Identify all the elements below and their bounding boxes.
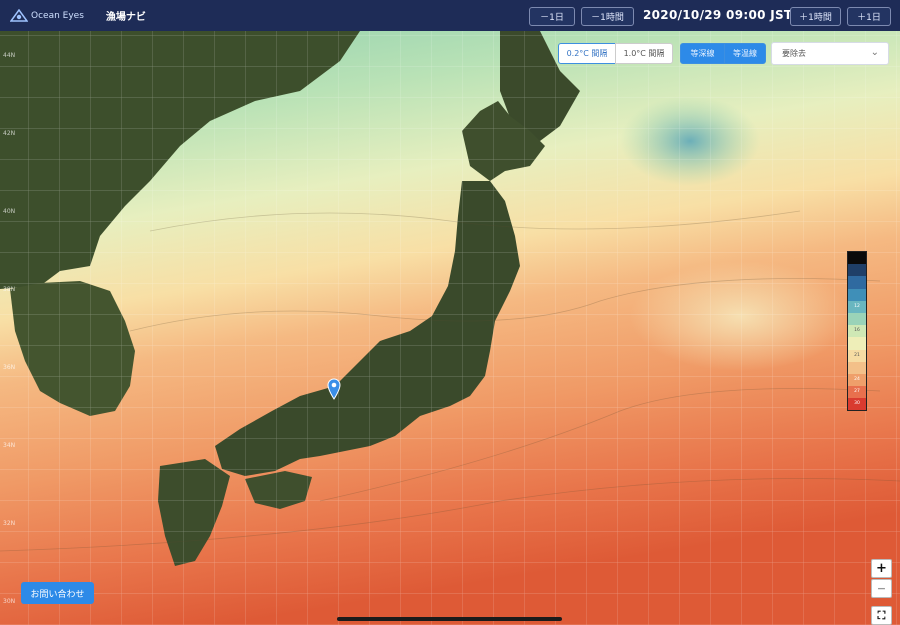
legend-swatch: [848, 288, 866, 301]
svg-text:32N: 32N: [3, 520, 15, 527]
isobath-toggle[interactable]: 等深線: [680, 43, 725, 64]
home-indicator: [337, 617, 562, 621]
prev-day-button[interactable]: －1日: [529, 7, 575, 26]
logo: Ocean Eyes: [10, 8, 84, 23]
location-pin-icon[interactable]: [327, 378, 341, 400]
legend-swatch: [848, 337, 866, 350]
ocean-eyes-logo-icon: [10, 8, 28, 22]
lat-lon-grid: [0, 31, 900, 625]
legend-swatch: [848, 264, 866, 277]
svg-text:34N: 34N: [3, 442, 15, 449]
legend-swatch: 30: [848, 398, 866, 411]
next-hour-button[interactable]: ＋1時間: [790, 7, 841, 26]
chevron-down-icon: ⌄: [870, 47, 879, 58]
sea-temperature-map[interactable]: 44N 42N 40N 38N 36N 34N 32N 30N: [0, 31, 900, 625]
interval-1-0-toggle[interactable]: 1.0°C 間隔: [615, 43, 673, 64]
svg-text:40N: 40N: [3, 208, 15, 215]
ocean-eyes-app: Ocean Eyes 漁場ナビ －1日 －1時間 2020/10/29 09:0…: [0, 0, 900, 625]
logo-text: Ocean Eyes: [31, 10, 84, 21]
app-title: 漁場ナビ: [105, 12, 146, 23]
legend-swatch: [848, 252, 866, 265]
svg-text:30N: 30N: [3, 598, 15, 605]
map-canvas[interactable]: 44N 42N 40N 38N 36N 34N 32N 30N: [0, 31, 900, 625]
zoom-in-button[interactable]: +: [871, 559, 892, 578]
layer-dropdown[interactable]: 要除去 ⌄: [771, 42, 889, 65]
contact-button[interactable]: お問い合わせ: [21, 582, 94, 604]
next-day-button[interactable]: ＋1日: [847, 7, 891, 26]
legend-swatch: 24: [848, 373, 866, 387]
svg-text:38N: 38N: [3, 286, 15, 293]
zoom-out-button[interactable]: −: [871, 579, 892, 598]
dropdown-value: 要除去: [782, 49, 806, 58]
interval-0-2-toggle[interactable]: 0.2°C 間隔: [558, 43, 616, 64]
prev-hour-button[interactable]: －1時間: [581, 7, 634, 26]
svg-text:42N: 42N: [3, 130, 15, 137]
legend-swatch: [848, 276, 866, 289]
legend-swatch: 27: [848, 386, 866, 399]
fullscreen-icon[interactable]: ⛶: [871, 606, 892, 625]
top-bar: Ocean Eyes 漁場ナビ －1日 －1時間 2020/10/29 09:0…: [0, 0, 900, 31]
legend-swatch: 21: [848, 349, 866, 362]
svg-text:36N: 36N: [3, 364, 15, 371]
svg-text:44N: 44N: [3, 52, 15, 59]
datetime-display: 2020/10/29 09:00 JST: [643, 8, 793, 22]
isotherm-toggle[interactable]: 等温線: [724, 43, 766, 64]
temperature-legend: 12 16 21 24 27 30: [847, 251, 867, 412]
legend-swatch: 16: [848, 325, 866, 338]
legend-swatch: 12: [848, 300, 866, 313]
legend-swatch: [848, 312, 866, 326]
legend-swatch: [848, 361, 866, 374]
